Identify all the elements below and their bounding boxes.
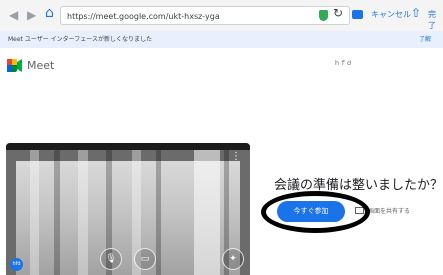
banner-message: Meet ユーザー インターフェースが新しくなりました [8,36,152,43]
brand-name: Meet [27,59,55,72]
address-bar[interactable]: https://meet.google.com/ukt-hxsz-yga [60,6,350,25]
camera-preview: ⋮ 🎙 ▭ ✦ hfd [6,143,250,275]
back-icon[interactable]: ◀ [9,7,18,23]
reload-icon[interactable]: ↻ [333,6,343,20]
avatar: hfd [10,258,23,271]
forward-icon[interactable]: ▶ [27,7,36,23]
banner-dismiss-button[interactable]: 了解 [419,31,431,48]
address-url: https://meet.google.com/ukt-hxsz-yga [67,12,220,21]
cancel-button[interactable]: キャンセル [371,9,411,20]
curtain-fold [194,150,220,275]
camera-toggle-icon[interactable]: ▭ [134,248,156,270]
curtain-fold [54,150,60,275]
visual-effects-icon[interactable]: ✦ [222,248,244,270]
curtain-fold [156,150,161,275]
done-button[interactable]: 完了 [428,9,443,31]
meet-logo-icon [7,59,22,72]
info-banner: Meet ユーザー インターフェースが新しくなりました 了解 [0,31,443,48]
microphone-icon[interactable]: 🎙 [100,248,122,270]
account-label[interactable]: ｈｆｄ [334,58,352,67]
curtain-fold [78,150,88,275]
home-icon[interactable]: ⌂ [45,5,54,21]
more-options-icon[interactable]: ⋮ [231,151,241,162]
annotation-circle [261,191,370,233]
share-icon[interactable]: ⇧ [411,6,421,20]
shield-icon[interactable] [319,10,328,21]
camera-icon[interactable] [352,10,363,19]
curtain-fold [30,150,39,275]
present-screen-link[interactable]: 画面を共有する [368,206,410,215]
curtain-rod [6,143,250,150]
browser-toolbar: ◀ ▶ ⌂ https://meet.google.com/ukt-hxsz-y… [0,0,443,32]
